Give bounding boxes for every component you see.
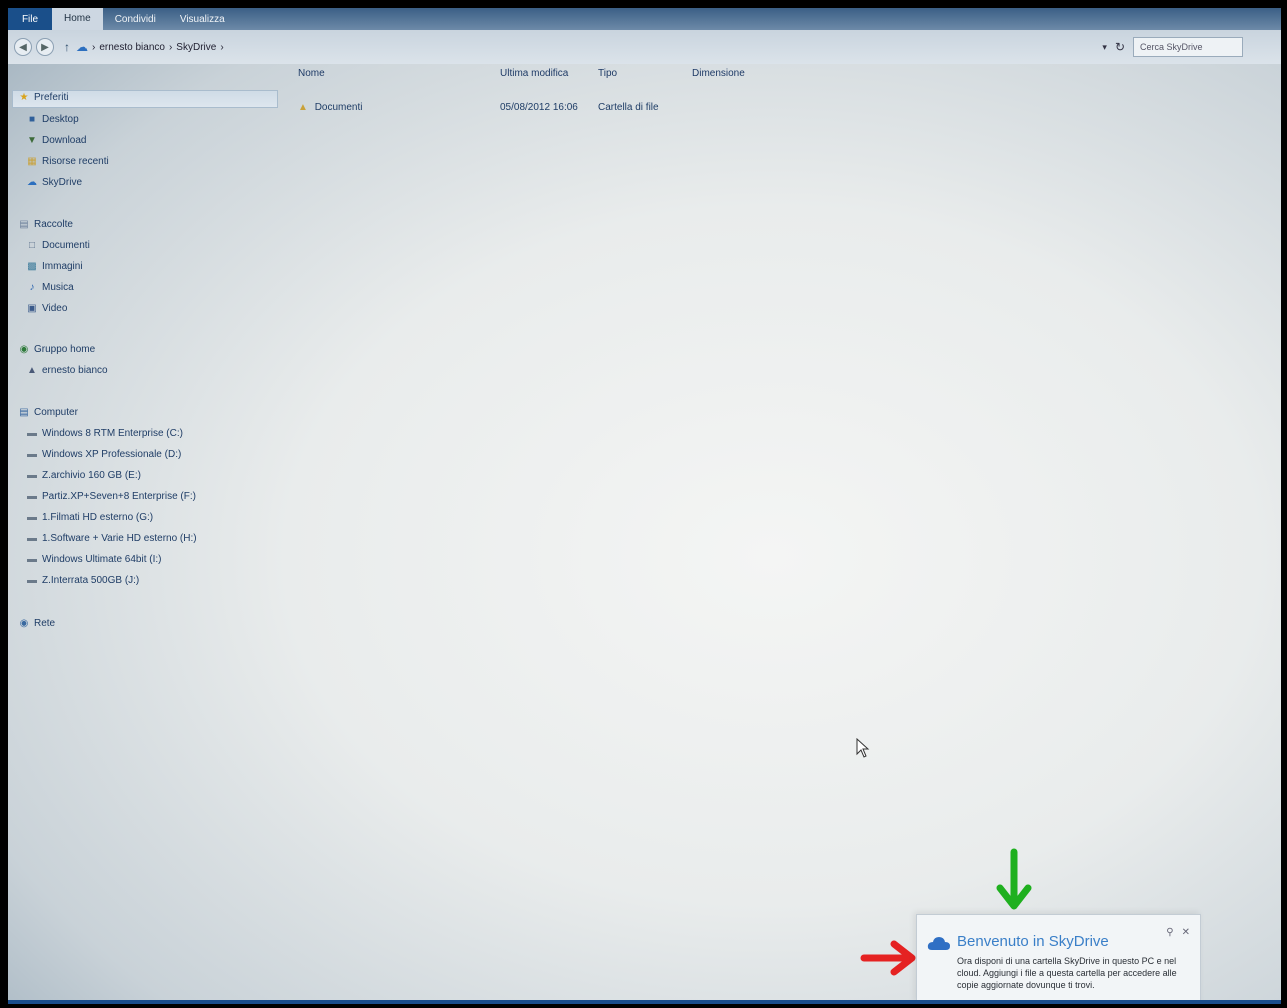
column-name[interactable]: Nome [298,68,325,79]
toast-actions: ⚲ ✕ [1166,927,1190,938]
desktop-icon: ■ [28,114,36,125]
drive-icon: ▬ [27,533,37,544]
file-modified: 05/08/2012 16:06 [500,102,578,113]
drive-icon: ▬ [27,491,37,502]
sidebar-item-video[interactable]: ▣ Video [26,303,67,314]
column-size[interactable]: Dimensione [692,68,745,79]
tab-share[interactable]: Condividi [103,14,168,25]
breadcrumb[interactable]: ☁ › ernesto bianco › SkyDrive › [76,40,224,54]
network-icon: ◉ [19,618,29,629]
close-icon[interactable]: ✕ [1182,927,1190,938]
pin-icon[interactable]: ⚲ [1166,927,1173,938]
sidebar-item-download[interactable]: ▼ Download [26,135,86,146]
sidebar-item-drive-g[interactable]: ▬ 1.Filmati HD esterno (G:) [26,512,153,523]
sidebar-item-drive-j[interactable]: ▬ Z.Interrata 500GB (J:) [26,575,139,586]
computer-icon: ▤ [19,407,29,418]
breadcrumb-skydrive[interactable]: SkyDrive [176,42,216,53]
download-icon: ▼ [27,135,37,146]
red-right-arrow-icon [860,940,916,976]
sidebar-item-network[interactable]: ◉ Rete [18,618,56,629]
recent-places-icon: ▦ [27,156,37,167]
sidebar-item-drive-c[interactable]: ▬ Windows 8 RTM Enterprise (C:) [26,428,183,439]
sidebar-item-drive-f[interactable]: ▬ Partiz.XP+Seven+8 Enterprise (F:) [26,491,196,502]
music-icon: ♪ [29,282,35,293]
file-tab[interactable]: File [8,8,52,30]
forward-button[interactable]: ▶ [36,38,54,56]
drive-icon: ▬ [27,575,37,586]
star-icon: ★ [19,92,29,103]
file-name: Documenti [314,102,363,113]
sidebar-item-recent[interactable]: ▦ Risorse recenti [26,156,108,167]
sidebar-item-pictures[interactable]: ▩ Immagini [26,261,82,272]
sidebar-item-drive-e[interactable]: ▬ Z.archivio 160 GB (E:) [26,470,141,481]
video-icon: ▣ [27,303,37,314]
sidebar-item-skydrive[interactable]: ☁ SkyDrive [26,177,82,188]
explorer-screen: File Home Condividi Visualizza ◀ ▶ ↑ ☁ ›… [8,8,1281,1004]
skydrive-welcome-toast[interactable]: Benvenuto in SkyDrive Ora disponi di una… [916,914,1201,1004]
sidebar-item-drive-i[interactable]: ▬ Windows Ultimate 64bit (I:) [26,554,161,565]
file-type: Cartella di file [598,102,659,113]
sidebar-item-documents[interactable]: □ Documenti [26,240,90,251]
drive-icon: ▬ [27,554,37,565]
sidebar-item-music[interactable]: ♪ Musica [26,282,74,293]
drive-icon: ▬ [27,512,37,523]
ribbon: File Home Condividi Visualizza [8,8,1281,30]
pictures-icon: ▩ [27,261,37,272]
tab-view[interactable]: Visualizza [168,14,237,25]
sidebar-item-homegroup[interactable]: ◉ Gruppo home [18,344,96,355]
green-down-arrow-icon [996,848,1032,910]
column-modified[interactable]: Ultima modifica [500,68,568,79]
breadcrumb-user[interactable]: ernesto bianco [99,42,165,53]
address-bar: ◀ ▶ ↑ ☁ › ernesto bianco › SkyDrive › ▾ … [8,30,1281,64]
skydrive-cloud-icon: ☁ [76,40,88,54]
document-icon: □ [28,240,36,251]
sidebar-item-drive-d[interactable]: ▬ Windows XP Professionale (D:) [26,449,181,460]
homegroup-icon: ◉ [19,344,29,355]
toast-title: Benvenuto in SkyDrive [957,933,1109,950]
history-dropdown-icon[interactable]: ▾ [1102,42,1107,53]
skydrive-icon: ☁ [27,177,37,188]
drive-icon: ▬ [27,428,37,439]
sidebar-item-homegroup-user[interactable]: ▲ ernesto bianco [26,365,108,376]
back-button[interactable]: ◀ [14,38,32,56]
libraries-icon: ▤ [19,219,29,230]
sidebar-item-desktop[interactable]: ■ Desktop [26,114,79,125]
tab-home[interactable]: Home [52,8,103,30]
taskbar-edge [8,1000,1281,1004]
sidebar-item-drive-h[interactable]: ▬ 1.Software + Varie HD esterno (H:) [26,533,197,544]
address-right: ▾ ↻ Cerca SkyDrive [1102,37,1243,57]
table-row[interactable]: ▲ Documenti [298,102,363,113]
sidebar-item-computer[interactable]: ▤ Computer [18,407,78,418]
folder-icon: ▲ [298,102,308,113]
drive-icon: ▬ [27,449,37,460]
toast-body: Ora disponi di una cartella SkyDrive in … [957,956,1177,990]
up-button[interactable]: ↑ [64,40,70,54]
mouse-cursor-icon [856,738,870,758]
sidebar-item-favorites[interactable]: ★ Preferiti [18,92,69,103]
drive-icon: ▬ [27,470,37,481]
skydrive-cloud-icon [927,937,950,950]
refresh-icon[interactable]: ↻ [1115,40,1125,54]
sidebar-item-libraries[interactable]: ▤ Raccolte [18,219,73,230]
column-type[interactable]: Tipo [598,68,617,79]
user-icon: ▲ [27,365,37,376]
search-input[interactable]: Cerca SkyDrive [1133,37,1243,57]
